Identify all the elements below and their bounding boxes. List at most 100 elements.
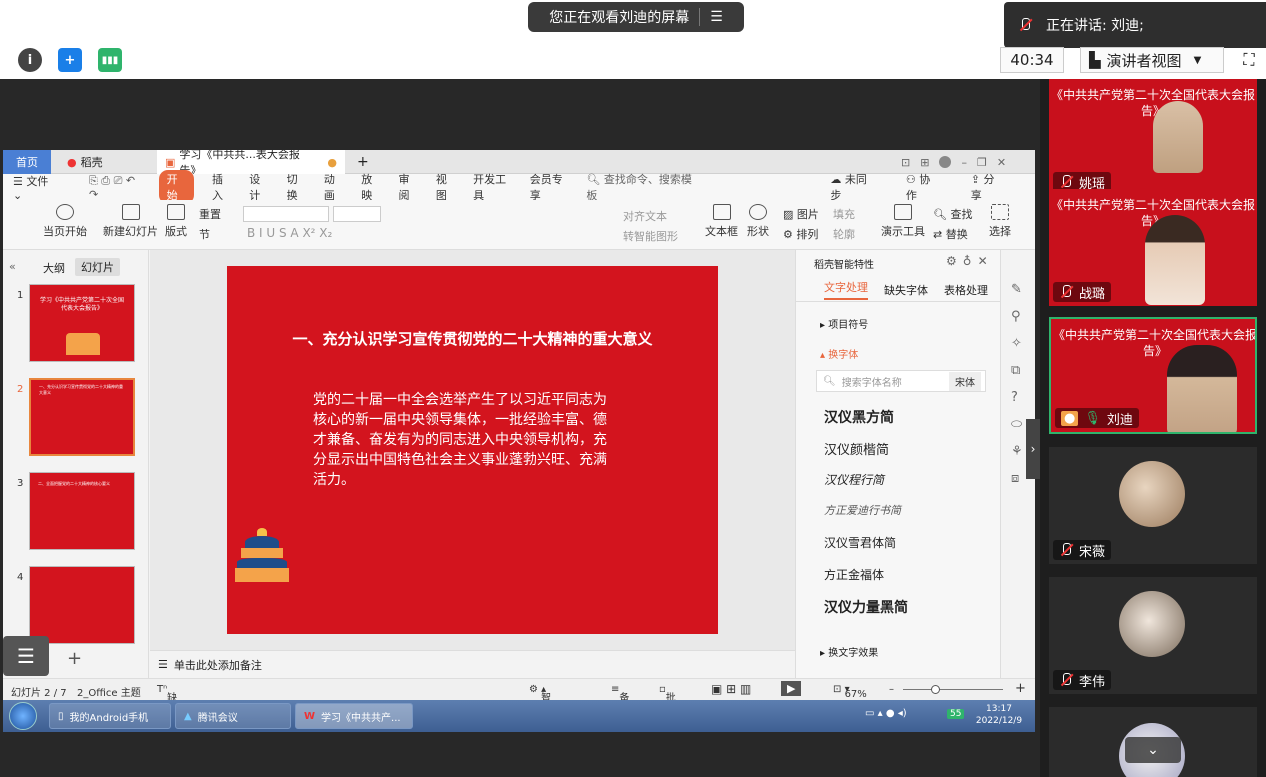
fill-button[interactable]: 填充	[833, 206, 855, 222]
scroll-down-icon[interactable]: ⌄	[1125, 737, 1181, 763]
tab-text-processing[interactable]: 文字处理	[824, 279, 868, 300]
quick-access-icons[interactable]: ⎘ ⎙ ⎚ ↶ ↷	[89, 174, 141, 201]
close-icon[interactable]: ✕	[997, 156, 1006, 169]
taskbar-item-meeting[interactable]: ▲ 腾讯会议	[175, 703, 291, 729]
item-font[interactable]: ▴ 换字体	[820, 346, 858, 361]
textbox-button[interactable]: 文本框	[705, 204, 738, 239]
list-icon[interactable]: ☰	[710, 9, 723, 25]
tab-table-processing[interactable]: 表格处理	[944, 282, 988, 298]
text-format-icons[interactable]: B I U S A X² X₂	[247, 226, 332, 240]
grid-icon[interactable]: ⊞	[920, 156, 929, 169]
start-button-icon[interactable]	[9, 702, 37, 730]
menu-animation[interactable]: 动画	[324, 171, 343, 203]
info-icon[interactable]: i	[18, 48, 42, 72]
font-item[interactable]: 方正金福体	[824, 566, 884, 583]
notes-button[interactable]: ≡ 备注	[611, 684, 629, 700]
arrange-button[interactable]: ⚙ 排列	[783, 226, 818, 242]
user-avatar-icon[interactable]	[939, 156, 952, 168]
view-mode-icons[interactable]: ▣ ⊞ ▥	[711, 682, 751, 696]
taskbar-item-android[interactable]: ▯ 我的Android手机	[49, 703, 171, 729]
collapse-panel-icon[interactable]: «	[9, 260, 16, 273]
menu-home[interactable]: 开始	[158, 170, 194, 204]
participant-tile-active[interactable]: 《中共共产党第二十次全国代表大会报告》 ● 🎙︎ 刘迪	[1049, 317, 1257, 434]
menu-design[interactable]: 设计	[249, 171, 268, 203]
menu-view[interactable]: 视图	[436, 171, 455, 203]
menu-transition[interactable]: 切换	[287, 171, 306, 203]
font-name-select[interactable]	[243, 206, 329, 222]
view-mode-dropdown[interactable]: ▙ 演讲者视图 ▼	[1080, 47, 1224, 73]
tab-home[interactable]: 首页	[3, 150, 51, 174]
sidebar-tool-icons[interactable]: ✎ ⚲ ✧ ⧉? ⬭ ⚘ ⧈	[1011, 276, 1023, 492]
layout-button[interactable]: 版式	[165, 204, 187, 239]
from-start-button[interactable]: 当页开始	[43, 204, 87, 239]
font-item[interactable]: 汉仪黑方简	[824, 407, 894, 427]
participant-tile[interactable]: ⌄	[1049, 707, 1257, 777]
participant-tile[interactable]: 李伟	[1049, 577, 1257, 694]
zoom-in-icon[interactable]: +	[1015, 681, 1026, 696]
present-tools-button[interactable]: 演示工具	[881, 204, 925, 239]
align-text-button[interactable]: 对齐文本	[623, 208, 667, 224]
shield-icon[interactable]: +	[58, 48, 82, 72]
share-button[interactable]: ⇪ 分享	[971, 171, 1017, 203]
font-item[interactable]: 汉仪颜楷简	[824, 439, 889, 458]
minimize-icon[interactable]: –	[961, 156, 967, 169]
item-symbols[interactable]: ▸ 项目符号	[820, 316, 868, 331]
slide-thumb-2[interactable]: 一、充分认识学习宣传贯彻党的二十大精神的重大意义	[29, 378, 135, 456]
unsynced-button[interactable]: ☁ 未同步	[830, 171, 888, 203]
slide-thumb-3[interactable]: 二、全面把握党的二十大精神的核心要义	[29, 472, 135, 550]
zoom-value[interactable]: ⊡ 67% ▾	[833, 684, 867, 700]
tab-outline[interactable]: 大纲	[43, 260, 65, 276]
collab-button[interactable]: ⚇ 协作	[906, 171, 953, 203]
font-item[interactable]: 汉仪力量黑简	[824, 597, 908, 617]
font-item[interactable]: 汉仪雪君体简	[824, 534, 896, 551]
tray-icons[interactable]: ▭ ▴ ● ◂)	[865, 708, 907, 719]
current-font[interactable]: 宋体	[949, 371, 981, 391]
participant-tile[interactable]: 宋薇	[1049, 447, 1257, 564]
menu-file[interactable]: ☰ 文件 ⌄	[13, 173, 71, 202]
slide-thumb-4[interactable]	[29, 566, 135, 644]
beautify-button[interactable]: ⚙ 智能美化 ▴	[529, 684, 551, 700]
taskbar-item-wps[interactable]: W 学习《中共共产...	[295, 703, 413, 729]
section-button[interactable]: 节	[199, 226, 210, 242]
close-icon[interactable]: ✕	[978, 254, 994, 268]
tab-docer[interactable]: ● 稻壳	[59, 150, 111, 174]
font-search-input[interactable]: 🔍︎ 搜索字体名称 宋体	[816, 370, 986, 392]
add-slide-icon[interactable]: +	[67, 648, 82, 669]
slide-thumb-1[interactable]: 学习《中共共产党第二十次全国代表大会报告》	[29, 284, 135, 362]
collapse-panel-handle[interactable]: ›	[1026, 419, 1040, 479]
screen-share-banner[interactable]: 您正在观看刘迪的屏幕 ☰	[528, 2, 744, 32]
menu-slideshow[interactable]: 放映	[361, 171, 380, 203]
smart-art-button[interactable]: 转智能图形	[623, 228, 678, 244]
new-slide-button[interactable]: 新建幻灯片	[103, 204, 158, 239]
picture-button[interactable]: ▨ 图片	[783, 206, 819, 222]
font-size-select[interactable]	[333, 206, 381, 222]
menu-list-icon[interactable]: ☰	[3, 636, 49, 676]
item-text-effects[interactable]: ▸ 换文字效果	[820, 644, 878, 659]
zoom-out-icon[interactable]: –	[889, 684, 894, 695]
zoom-slider[interactable]	[903, 689, 1003, 690]
outline-button[interactable]: 轮廓	[833, 226, 855, 242]
notes-area[interactable]: ☰ 单击此处添加备注	[150, 650, 795, 678]
menu-member[interactable]: 会员专享	[530, 171, 569, 203]
fullscreen-icon[interactable]: ⛶	[1236, 47, 1262, 73]
menu-developer[interactable]: 开发工具	[473, 171, 512, 203]
font-item[interactable]: 方正爱迪行书简	[824, 502, 901, 518]
tab-missing-font[interactable]: 缺失字体	[884, 282, 928, 298]
select-button[interactable]: 选择	[989, 204, 1011, 239]
participant-tile[interactable]: 《中共共产党第二十次全国代表大会报告》 姚瑶	[1049, 79, 1257, 196]
missing-font-button[interactable]: Tⁿ 缺失字体	[157, 684, 177, 700]
play-slideshow-icon[interactable]: ▶	[781, 681, 802, 696]
command-search[interactable]: 🔍︎ 查找命令、搜索模板	[586, 171, 704, 203]
reset-button[interactable]: 重置	[199, 206, 221, 222]
restore-icon[interactable]: ❐	[977, 156, 987, 169]
pin-icon[interactable]: ♁	[963, 254, 978, 268]
shape-button[interactable]: 形状	[747, 204, 769, 239]
signal-icon[interactable]: ▮▮▮	[98, 48, 122, 72]
find-button[interactable]: 🔍︎ 查找	[933, 206, 972, 222]
current-slide[interactable]: 一、充分认识学习宣传贯彻党的二十大精神的重大意义 党的二十届一中全会选举产生了以…	[227, 266, 718, 634]
zoom-slider-thumb[interactable]	[931, 685, 940, 694]
comments-button[interactable]: ▫ 批注	[659, 684, 676, 700]
menu-insert[interactable]: 插入	[212, 171, 231, 203]
tab-slides[interactable]: 幻灯片	[75, 258, 120, 276]
menu-review[interactable]: 审阅	[399, 171, 418, 203]
